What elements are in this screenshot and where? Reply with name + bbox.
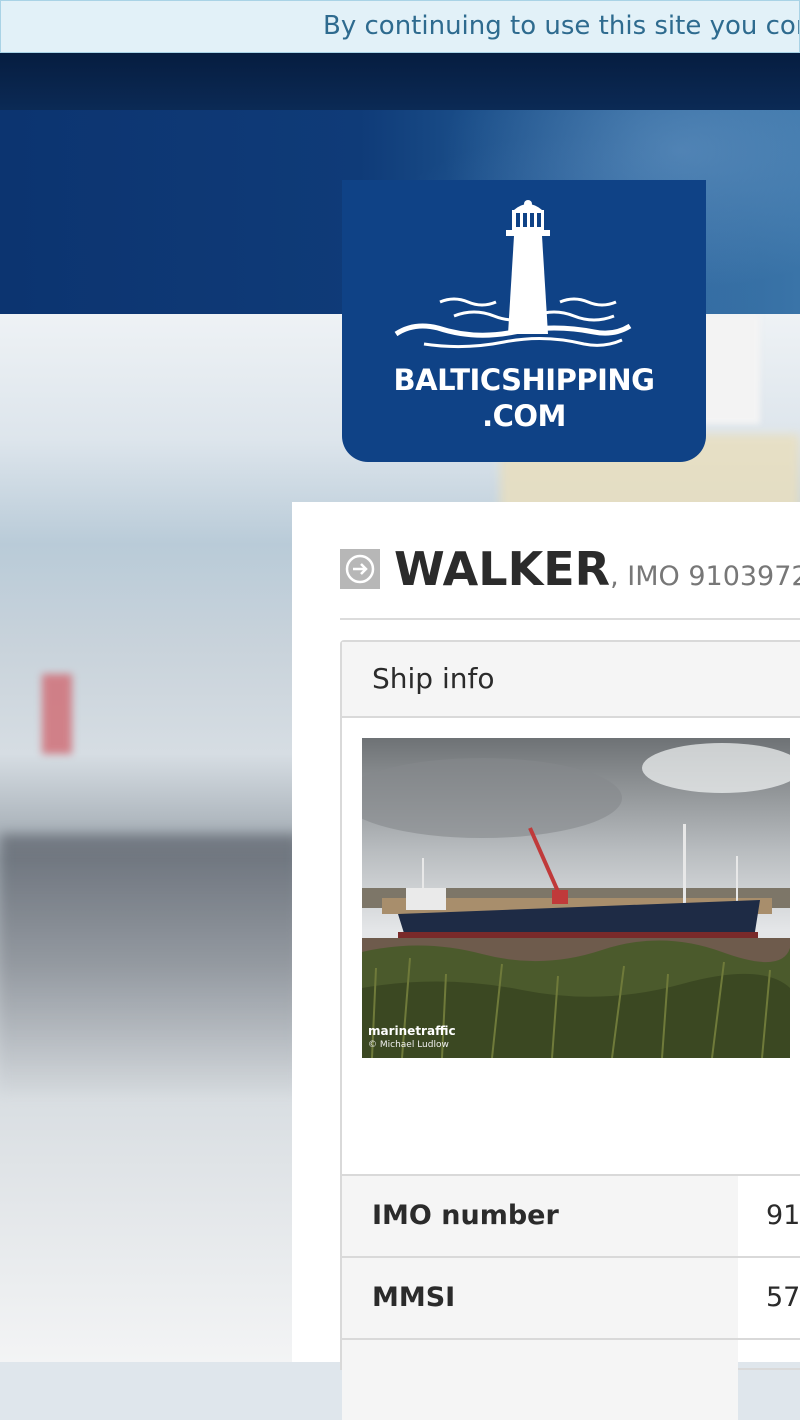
ship-info-panel: Ship info marinetraffic © Michael Ludlow… [340, 640, 800, 1420]
row-label-cell: IMO number [342, 1176, 738, 1256]
row-value: 91 [766, 1200, 800, 1231]
logo-line-1: BALTICSHIPPING [393, 363, 655, 397]
photo-credit: © Michael Ludlow [368, 1040, 449, 1050]
photo-brand-watermark: marinetraffic [368, 1024, 456, 1038]
main-content: WALKER, IMO 9103972 Ship info marinetraf… [292, 502, 800, 1420]
panel-header: Ship info [342, 642, 800, 718]
row-label-cell: MMSI [342, 1258, 738, 1338]
lighthouse-icon [394, 200, 632, 349]
top-navigation-bar [0, 53, 800, 110]
row-label-cell [342, 1340, 738, 1420]
table-row: MMSI 57 [342, 1256, 800, 1338]
panel-title: Ship info [372, 662, 495, 695]
row-label: MMSI [372, 1282, 456, 1313]
ship-info-table: IMO number 91 MMSI 57 [342, 1174, 800, 1420]
ship-imo-subtitle: , IMO 9103972 [610, 561, 800, 592]
background-crane [700, 314, 760, 424]
cookie-consent-text: By continuing to use this site you cons [323, 11, 800, 41]
ship-name: WALKER [394, 542, 611, 596]
ship-photo[interactable]: marinetraffic © Michael Ludlow [362, 738, 790, 1058]
table-row [342, 1338, 800, 1420]
logo-wordmark: BALTICSHIPPING .COM [342, 362, 706, 434]
row-label: IMO number [372, 1200, 559, 1231]
site-logo[interactable]: BALTICSHIPPING .COM [342, 180, 706, 462]
logo-line-2: .COM [482, 399, 566, 433]
table-row: IMO number 91 [342, 1174, 800, 1256]
background-flag [42, 674, 72, 754]
arrow-right-circle-icon[interactable] [340, 549, 380, 589]
row-value: 57 [766, 1282, 800, 1313]
background-ship-hull [0, 834, 300, 1094]
page-title: WALKER, IMO 9103972 [394, 542, 800, 596]
cookie-consent-bar[interactable]: By continuing to use this site you cons [0, 0, 800, 53]
page-title-row: WALKER, IMO 9103972 [340, 542, 800, 620]
